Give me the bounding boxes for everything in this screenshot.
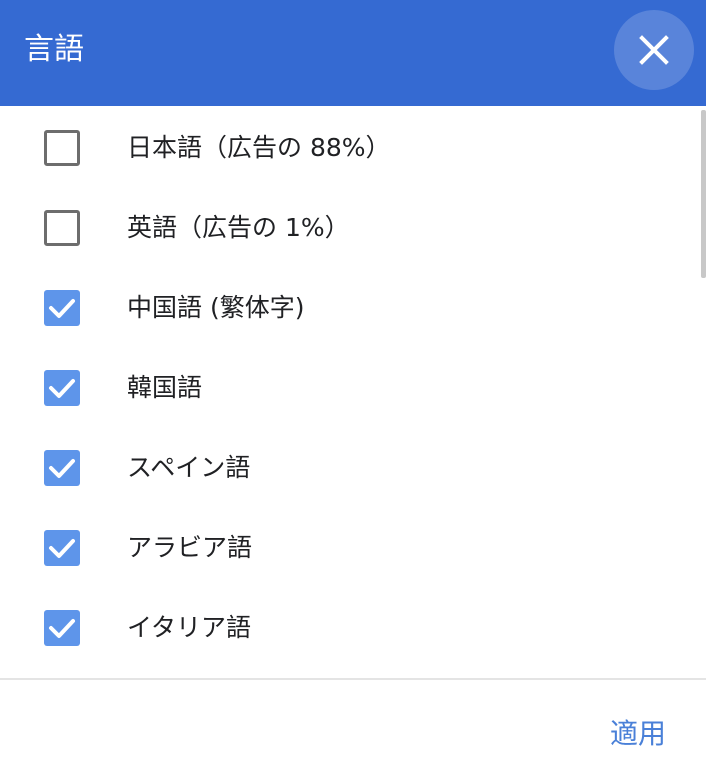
language-option[interactable]: 日本語（広告の 88%） (0, 108, 700, 188)
checkmark-icon (49, 539, 75, 558)
checkbox[interactable] (44, 130, 80, 166)
checkbox[interactable] (44, 610, 80, 646)
language-label: 韓国語 (127, 373, 203, 402)
language-option[interactable]: 中国語 (繁体字) (0, 268, 700, 348)
apply-button[interactable]: 適用 (598, 712, 678, 756)
language-option[interactable]: 韓国語 (0, 348, 700, 428)
language-option[interactable]: スペイン語 (0, 428, 700, 508)
language-label: イタリア語 (127, 613, 252, 642)
checkmark-icon (49, 619, 75, 638)
language-option[interactable]: 英語（広告の 1%） (0, 188, 700, 268)
language-dialog: 言語 日本語（広告の 88%） 英語（広告の 1%） 中国語 (繁体字) 韓国語… (0, 0, 706, 784)
language-label: 中国語 (繁体字) (127, 293, 305, 322)
checkbox[interactable] (44, 450, 80, 486)
language-label: スペイン語 (127, 453, 251, 482)
checkmark-icon (49, 299, 75, 318)
language-option[interactable]: イタリア語 (0, 588, 700, 668)
dialog-title: 言語 (24, 32, 84, 67)
language-option[interactable]: アラビア語 (0, 508, 700, 588)
checkbox[interactable] (44, 530, 80, 566)
language-label: 英語（広告の 1%） (127, 213, 350, 242)
checkmark-icon (49, 459, 75, 478)
language-list: 日本語（広告の 88%） 英語（広告の 1%） 中国語 (繁体字) 韓国語 スペ… (0, 108, 706, 678)
close-icon (639, 35, 669, 65)
checkmark-icon (49, 379, 75, 398)
dialog-header: 言語 (0, 0, 706, 106)
checkbox[interactable] (44, 290, 80, 326)
footer-divider (0, 678, 706, 680)
close-button[interactable] (614, 10, 694, 90)
checkbox[interactable] (44, 210, 80, 246)
language-label: アラビア語 (127, 533, 253, 562)
scrollbar[interactable] (701, 110, 706, 278)
checkbox[interactable] (44, 370, 80, 406)
language-label: 日本語（広告の 88%） (127, 133, 391, 162)
